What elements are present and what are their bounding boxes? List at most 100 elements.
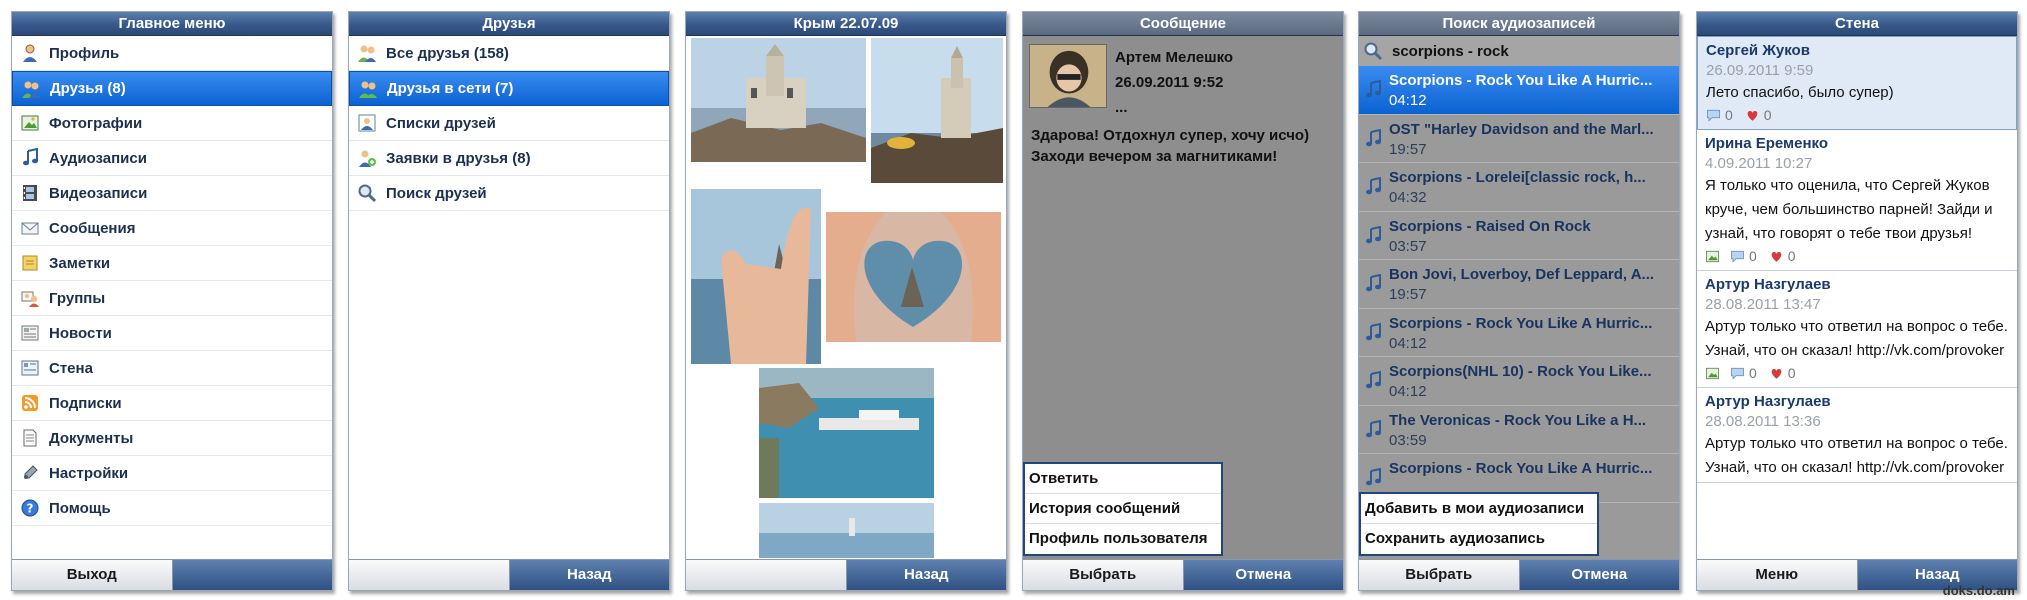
audio-track-row[interactable]: Scorpions - Rock You Like A Hurric... 04:… <box>1359 66 1679 115</box>
audio-track-row[interactable]: Scorpions - Raised On Rock 03:57 <box>1359 211 1679 260</box>
photo-heart-hands[interactable] <box>826 212 1001 342</box>
photos-icon <box>20 113 40 133</box>
post-author[interactable]: Артур Назгулаев <box>1705 274 2009 295</box>
menu-item[interactable]: Настройки <box>12 456 332 491</box>
audio-track-list: Scorpions - Rock You Like A Hurric... 04:… <box>1359 66 1679 503</box>
menu-item[interactable]: Фотографии <box>12 106 332 141</box>
likes-counter[interactable]: 0 <box>1769 365 1802 381</box>
svg-text:?: ? <box>27 502 34 516</box>
wall-post[interactable]: Ирина Еременко 4.09.2011 10:27 Я только чт… <box>1697 130 2017 271</box>
audio-track-row[interactable]: Bon Jovi, Loverboy, Def Leppard, A... 19:… <box>1359 260 1679 309</box>
menu-item[interactable]: Поиск друзей <box>349 176 669 211</box>
menu-item[interactable]: Друзья в сети (7) <box>349 71 669 106</box>
menu-button[interactable]: Меню <box>1697 560 1858 590</box>
music-note-icon <box>1363 274 1383 294</box>
menu-item[interactable]: Новости <box>12 316 332 351</box>
audio-track-row[interactable]: Scorpions(NHL 10) - Rock You Like... 04:1… <box>1359 357 1679 406</box>
comments-counter[interactable]: 0 <box>1730 248 1763 264</box>
audio-search-screen: Поиск аудиозаписей scorpions - rock Scor… <box>1358 11 1680 591</box>
post-date: 26.09.2011 9:59 <box>1706 62 1814 79</box>
photo-pier[interactable] <box>759 368 934 498</box>
menu-item-label: Аудиозаписи <box>49 149 147 167</box>
post-text: Артур только что ответил на вопрос о теб… <box>1705 435 2008 476</box>
friends-left-softkey[interactable] <box>349 560 510 590</box>
menu-item[interactable]: Заметки <box>12 246 332 281</box>
comments-counter[interactable]: 0 <box>1730 365 1763 381</box>
wall-post[interactable]: Артур Назгулаев 28.08.2011 13:47 Артур тол… <box>1697 271 2017 388</box>
post-date: 4.09.2011 10:27 <box>1705 155 1813 172</box>
photo-attachment-icon[interactable] <box>1705 249 1724 264</box>
album-title: Крым 22.07.09 <box>686 12 1006 36</box>
menu-item[interactable]: Стена <box>12 351 332 386</box>
post-author[interactable]: Артур Назгулаев <box>1705 391 2009 412</box>
wall-screen: Стена Сергей Жуков 26.09.2011 9:59 Лето сп… <box>1696 11 2018 591</box>
audio-track-row[interactable]: OST "Harley Davidson and the Marl... 19:5… <box>1359 114 1679 163</box>
back-button[interactable]: Назад <box>509 560 669 590</box>
audio-softkeys: Выбрать Отмена <box>1359 559 1679 590</box>
select-button[interactable]: Выбрать <box>1023 560 1184 590</box>
wall-post[interactable]: Артур Назгулаев 28.08.2011 13:36 Артур тол… <box>1697 388 2017 483</box>
music-note-icon <box>1363 322 1383 343</box>
menu-item-label: Заметки <box>49 254 111 272</box>
audio-track-row[interactable]: The Veronicas - Rock You Like a H... 03:5… <box>1359 405 1679 454</box>
cancel-button[interactable]: Отмена <box>1519 560 1679 590</box>
cancel-button[interactable]: Отмена <box>1183 560 1343 590</box>
comments-count: 0 <box>1749 248 1757 264</box>
menu-item[interactable]: Заявки в друзья (8) <box>349 141 669 176</box>
message-history-menu-item[interactable]: История сообщений <box>1025 494 1221 524</box>
menu-item[interactable]: Видеозаписи <box>12 176 332 211</box>
audio-search-input[interactable]: scorpions - rock <box>1359 36 1679 66</box>
menu-item[interactable]: Друзья (8) <box>12 71 332 106</box>
main-menu-list: Профиль Друзья (8) Фотографии Аудиозаписи Ви… <box>12 36 332 526</box>
audio-track-row[interactable]: Scorpions - Rock You Like A Hurric... 04:… <box>1359 308 1679 357</box>
menu-item[interactable]: Подписки <box>12 386 332 421</box>
post-author[interactable]: Ирина Еременко <box>1705 133 2009 154</box>
menu-item[interactable]: Группы <box>12 281 332 316</box>
avatar <box>1029 44 1107 108</box>
back-button[interactable]: Назад <box>846 560 1006 590</box>
audio-track-duration: 04:32 <box>1389 189 1427 206</box>
reply-menu-item[interactable]: Ответить <box>1025 464 1221 494</box>
comments-counter[interactable]: 0 <box>1706 107 1739 123</box>
audio-track-title: Scorpions - Raised On Rock <box>1389 217 1591 235</box>
wall-post[interactable]: Сергей Жуков 26.09.2011 9:59 Лето спасибо,… <box>1697 36 2017 130</box>
post-stats: 00 <box>1705 363 2009 383</box>
menu-item[interactable]: Сообщения <box>12 211 332 246</box>
post-date: 28.08.2011 13:36 <box>1705 413 1821 430</box>
menu-item[interactable]: ? Помощь <box>12 491 332 526</box>
exit-button[interactable]: Выход <box>12 560 173 590</box>
menu-item-label: Видеозаписи <box>49 184 148 202</box>
menu-item[interactable]: Аудиозаписи <box>12 141 332 176</box>
comment-icon <box>1707 109 1720 122</box>
select-button[interactable]: Выбрать <box>1359 560 1520 590</box>
friends-title: Друзья <box>349 12 669 36</box>
photo-sea[interactable] <box>759 503 934 558</box>
menu-item-label: Фотографии <box>49 114 143 132</box>
friends-list: Все друзья (158) Друзья в сети (7) Списки … <box>349 36 669 211</box>
settings-icon <box>20 463 40 483</box>
main-menu-right-softkey[interactable] <box>172 560 332 590</box>
post-author[interactable]: Сергей Жуков <box>1706 40 2008 61</box>
audio-track-info: Scorpions - Rock You Like A Hurric... <box>1389 458 1652 479</box>
audio-track-row[interactable]: Scorpions - Lorelei[classic rock, h... 04… <box>1359 163 1679 212</box>
photo-hand-rock[interactable] <box>691 189 821 364</box>
add-to-my-audio-menu-item[interactable]: Добавить в мои аудиозаписи <box>1361 494 1597 524</box>
photo-castle-2[interactable] <box>871 38 1003 183</box>
menu-item[interactable]: Все друзья (158) <box>349 36 669 71</box>
message-author[interactable]: Артем Мелешко <box>1115 47 1233 69</box>
photo-castle-1[interactable] <box>691 38 866 162</box>
music-note-icon <box>1363 419 1383 440</box>
menu-item[interactable]: Профиль <box>12 36 332 71</box>
save-audio-menu-item[interactable]: Сохранить аудиозапись <box>1361 524 1597 554</box>
user-profile-menu-item[interactable]: Профиль пользователя <box>1025 524 1221 554</box>
audio-track-info: Scorpions - Lorelei[classic rock, h... 04… <box>1389 167 1646 208</box>
menu-item[interactable]: Списки друзей <box>349 106 669 141</box>
menu-item-label: Друзья (8) <box>50 80 126 97</box>
album-left-softkey[interactable] <box>686 560 847 590</box>
menu-item[interactable]: Документы <box>12 421 332 456</box>
likes-counter[interactable]: 0 <box>1769 248 1802 264</box>
album-softkeys: Назад <box>686 559 1006 590</box>
likes-counter[interactable]: 0 <box>1745 107 1778 123</box>
rss-icon <box>20 393 40 413</box>
photo-attachment-icon[interactable] <box>1705 366 1724 381</box>
